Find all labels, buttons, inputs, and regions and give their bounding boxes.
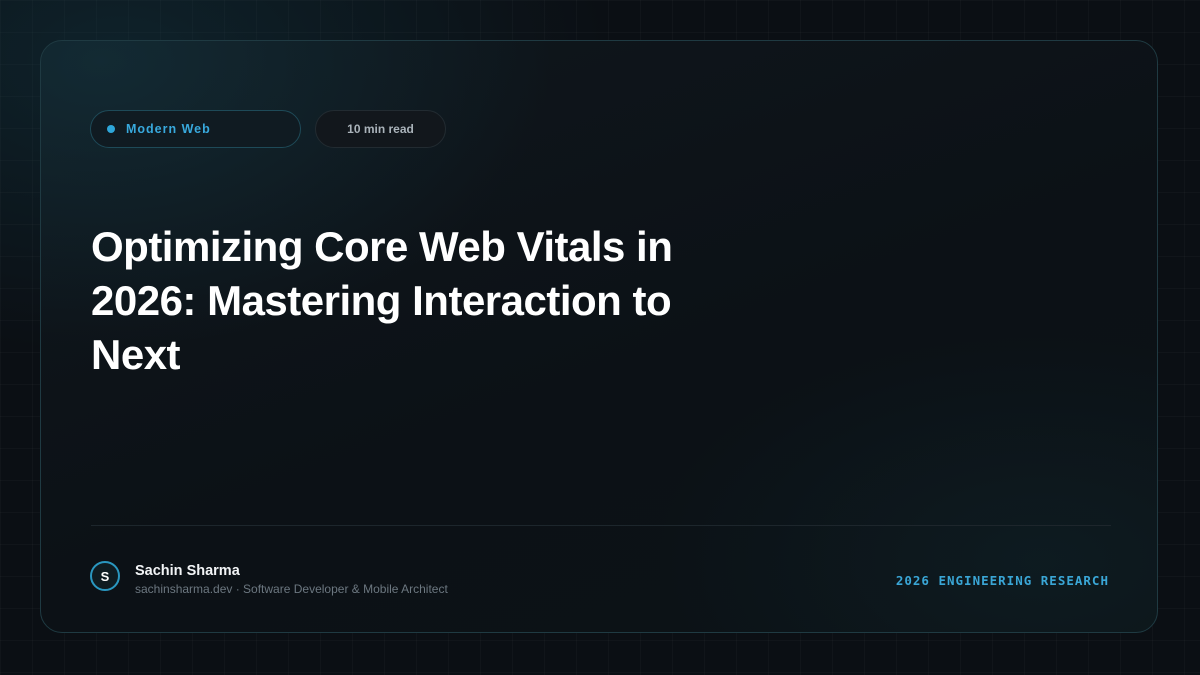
- read-time-label: 10 min read: [347, 122, 414, 136]
- author-avatar: S: [90, 561, 120, 591]
- avatar-initial: S: [100, 568, 110, 584]
- footer-label: 2026 ENGINEERING RESEARCH: [895, 573, 1109, 588]
- read-time-badge: 10 min read: [315, 110, 446, 148]
- divider: [91, 525, 1111, 526]
- article-card: Modern Web 10 min read Optimizing Core W…: [40, 40, 1158, 633]
- topic-tag[interactable]: Modern Web: [90, 110, 301, 148]
- topic-tag-label: Modern Web: [126, 122, 211, 136]
- author-name: Sachin Sharma: [135, 563, 240, 579]
- author-meta: sachinsharma.dev · Software Developer & …: [135, 582, 448, 596]
- dot-indicator-icon: [107, 125, 115, 133]
- article-title: Optimizing Core Web Vitals in 2026: Mast…: [91, 223, 673, 378]
